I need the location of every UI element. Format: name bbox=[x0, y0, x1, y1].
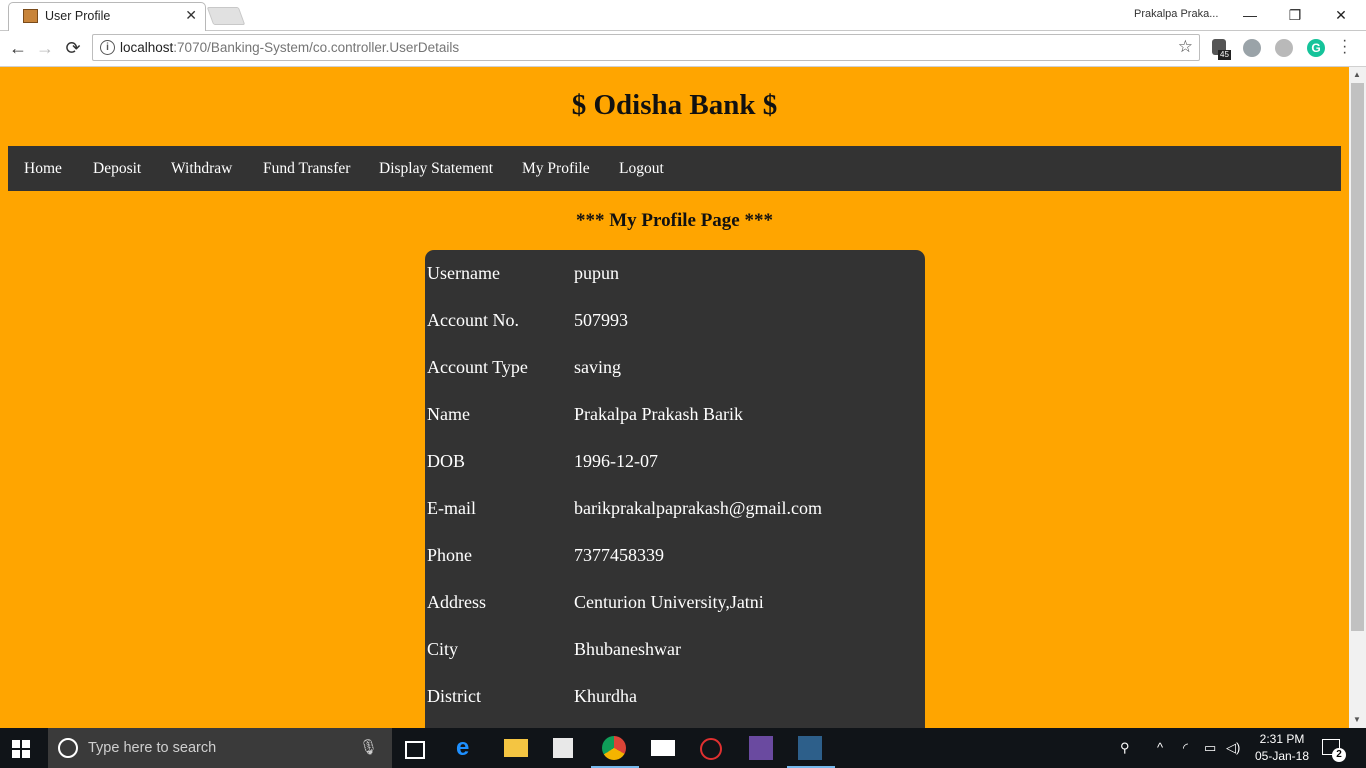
file-explorer-icon[interactable] bbox=[504, 739, 528, 757]
profile-value: Khurdha bbox=[574, 686, 637, 706]
tab-title: User Profile bbox=[45, 9, 111, 23]
scroll-down-icon[interactable]: ▼ bbox=[1353, 715, 1361, 724]
profile-label: District bbox=[427, 686, 481, 706]
volume-icon[interactable]: ◁) bbox=[1226, 740, 1240, 756]
browser-tab[interactable]: User Profile ✕ bbox=[8, 2, 206, 31]
app-red-icon[interactable] bbox=[700, 738, 722, 760]
profile-value: 1996-12-07 bbox=[574, 451, 658, 471]
menu-icon[interactable]: · · · bbox=[1342, 33, 1347, 61]
profile-row-email: E-mail barikprakalpaprakash@gmail.com bbox=[425, 485, 925, 532]
profile-label: Name bbox=[427, 404, 470, 424]
profile-value: pupun bbox=[574, 263, 619, 283]
profile-label: Address bbox=[427, 592, 486, 612]
profile-label: Account No. bbox=[427, 310, 519, 330]
url-text[interactable]: localhost:7070/Banking-System/co.control… bbox=[120, 40, 459, 55]
profile-row-account-type: Account Type saving bbox=[425, 344, 925, 391]
people-icon[interactable]: ⚲ bbox=[1120, 740, 1130, 756]
tab-close-icon[interactable]: ✕ bbox=[185, 7, 197, 24]
profile-label: Username bbox=[427, 263, 500, 283]
minimize-button[interactable]: — bbox=[1227, 4, 1273, 26]
profile-label: City bbox=[427, 639, 459, 659]
scroll-up-icon[interactable]: ▲ bbox=[1353, 70, 1361, 79]
site-title: $ Odisha Bank $ bbox=[571, 89, 778, 121]
close-window-button[interactable]: ✕ bbox=[1318, 4, 1364, 26]
nav-fund-transfer[interactable]: Fund Transfer bbox=[263, 146, 350, 191]
scroll-thumb[interactable] bbox=[1351, 83, 1364, 631]
profile-label: E-mail bbox=[427, 498, 476, 518]
profile-row-name: Name Prakalpa Prakash Barik bbox=[425, 391, 925, 438]
taskbar: Type here to search 🎙 e ⚲ ^ ◜ ▭ ◁) 2:31 … bbox=[0, 728, 1366, 768]
notification-badge: 2 bbox=[1332, 748, 1346, 762]
back-button[interactable]: ← bbox=[6, 37, 30, 59]
page-heading: *** My Profile Page *** bbox=[576, 210, 773, 231]
restore-button[interactable]: ❐ bbox=[1272, 4, 1318, 26]
profile-table: Username pupun Account No. 507993 Accoun… bbox=[425, 250, 925, 728]
nav-display-statement[interactable]: Display Statement bbox=[379, 146, 493, 191]
wifi-icon[interactable]: ◜ bbox=[1183, 740, 1188, 756]
tab-strip: User Profile ✕ Prakalpa Praka... — ❐ ✕ bbox=[0, 0, 1366, 31]
search-placeholder: Type here to search bbox=[88, 740, 217, 756]
grammarly-icon[interactable]: G bbox=[1307, 39, 1325, 57]
store-icon[interactable] bbox=[553, 738, 573, 758]
forward-button[interactable]: → bbox=[33, 37, 57, 59]
bookmark-star-icon[interactable]: ☆ bbox=[1178, 37, 1193, 57]
clock-time: 2:31 PM bbox=[1259, 732, 1305, 746]
extension-badge: 45 bbox=[1218, 50, 1231, 60]
browser-toolbar: ← → ⟳ i localhost:7070/Banking-System/co… bbox=[0, 31, 1366, 67]
profile-value: Centurion University,Jatni bbox=[574, 592, 764, 612]
app-ide-icon[interactable] bbox=[749, 736, 773, 760]
profile-value: Prakalpa Prakash Barik bbox=[574, 404, 743, 424]
nav-withdraw[interactable]: Withdraw bbox=[171, 146, 232, 191]
profile-value: 507993 bbox=[574, 310, 628, 330]
task-view-icon[interactable] bbox=[405, 741, 425, 759]
url-host: localhost bbox=[120, 40, 174, 55]
page-scrollbar[interactable]: ▲ ▼ bbox=[1349, 67, 1366, 728]
favicon-icon bbox=[23, 9, 38, 23]
nav-logout[interactable]: Logout bbox=[619, 146, 664, 191]
mail-icon[interactable] bbox=[651, 740, 675, 756]
address-bar[interactable]: i localhost:7070/Banking-System/co.contr… bbox=[92, 34, 1200, 61]
profile-row-city: City Bhubaneshwar bbox=[425, 626, 925, 673]
extension-globe-icon[interactable] bbox=[1275, 39, 1293, 57]
main-nav: Home Deposit Withdraw Fund Transfer Disp… bbox=[8, 146, 1341, 191]
profile-row-account-no: Account No. 507993 bbox=[425, 297, 925, 344]
app-sql-icon[interactable] bbox=[798, 736, 822, 760]
nav-home[interactable]: Home bbox=[24, 146, 62, 191]
profile-label: Account Type bbox=[427, 357, 528, 377]
reload-button[interactable]: ⟳ bbox=[61, 37, 85, 59]
chrome-icon[interactable] bbox=[602, 736, 626, 760]
profile-value: Bhubaneshwar bbox=[574, 639, 681, 659]
url-path: :7070/Banking-System/co.controller.UserD… bbox=[173, 40, 460, 55]
profile-value: barikprakalpaprakash@gmail.com bbox=[574, 498, 822, 518]
profile-row-phone: Phone 7377458339 bbox=[425, 532, 925, 579]
windows-start-icon[interactable] bbox=[12, 740, 30, 758]
clock-date: 05-Jan-18 bbox=[1254, 749, 1310, 763]
cortana-icon bbox=[58, 738, 78, 758]
battery-icon[interactable]: ▭ bbox=[1204, 740, 1216, 756]
nav-my-profile[interactable]: My Profile bbox=[522, 146, 590, 191]
info-icon[interactable]: i bbox=[100, 40, 115, 55]
taskbar-search[interactable]: Type here to search 🎙 bbox=[48, 728, 392, 768]
profile-name[interactable]: Prakalpa Praka... bbox=[1134, 8, 1218, 20]
page-viewport: $ Odisha Bank $ Home Deposit Withdraw Fu… bbox=[0, 67, 1349, 728]
profile-row-address: Address Centurion University,Jatni bbox=[425, 579, 925, 626]
profile-value: saving bbox=[574, 357, 621, 377]
extension-cube-icon[interactable] bbox=[1243, 39, 1261, 57]
profile-value: 7377458339 bbox=[574, 545, 664, 565]
nav-deposit[interactable]: Deposit bbox=[93, 146, 141, 191]
edge-icon[interactable]: e bbox=[456, 736, 480, 760]
microphone-icon[interactable]: 🎙 bbox=[359, 738, 378, 756]
tray-chevron-icon[interactable]: ^ bbox=[1157, 740, 1163, 755]
clock[interactable]: 2:31 PM 05-Jan-18 bbox=[1252, 731, 1312, 765]
profile-row-dob: DOB 1996-12-07 bbox=[425, 438, 925, 485]
profile-label: DOB bbox=[427, 451, 466, 471]
profile-row-district: District Khurdha bbox=[425, 673, 925, 720]
profile-row-username: Username pupun bbox=[425, 250, 925, 297]
new-tab-button[interactable] bbox=[206, 7, 246, 25]
profile-label: Phone bbox=[427, 545, 472, 565]
